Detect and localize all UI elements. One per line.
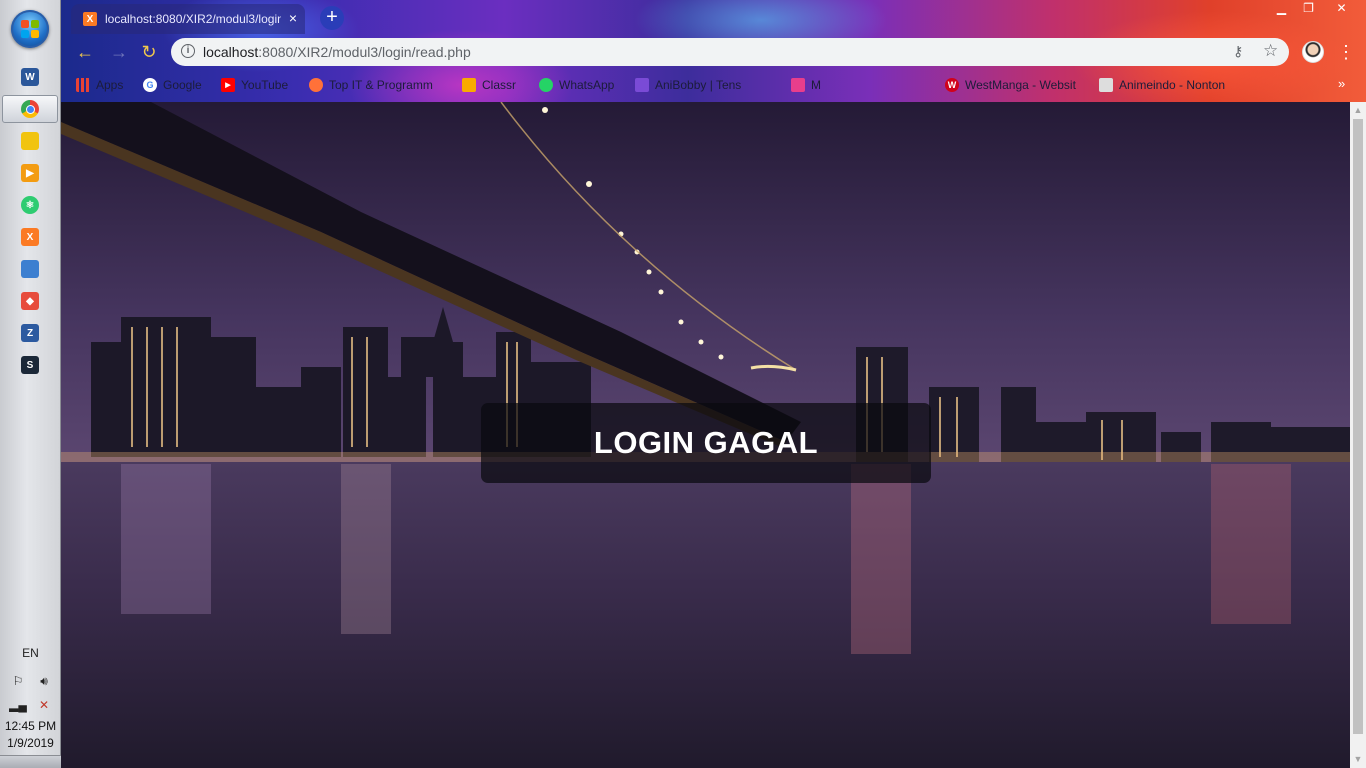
taskbar-chrome-button[interactable] [2, 95, 58, 123]
bookmark-label: YouTube [241, 78, 289, 92]
windows-taskbar: W ▶ ⚛ X ◆ Z S EN ⚐ 🔊︎ ▂▄ ✕ 12:45 PM 1/9/2019 [0, 0, 61, 768]
bookmark-label: Google [163, 78, 202, 92]
steam-icon: S [21, 356, 39, 374]
taskbar-media-player-button[interactable]: ▶ [14, 159, 46, 187]
bookmark-label: AniBobby | Tens [655, 78, 742, 92]
bookmark-label: WhatsApp [559, 78, 615, 92]
m-icon [791, 78, 805, 92]
bookmark-star-icon[interactable]: ☆ [1263, 41, 1278, 61]
taskbar-atom-button[interactable]: ⚛ [14, 191, 46, 219]
taskbar-file-explorer-button[interactable] [14, 127, 46, 155]
bookmark-item[interactable]: WhatsApp [539, 76, 614, 94]
firefox-icon [309, 78, 323, 92]
atom-icon: ⚛ [21, 196, 39, 214]
file-explorer-icon [21, 132, 39, 150]
page-background: LOGIN GAGAL [61, 102, 1350, 768]
power-warning-icon[interactable]: ✕ [36, 697, 52, 713]
westmanga-icon: W [945, 78, 959, 92]
more-bookmarks-icon[interactable]: » [1338, 76, 1345, 91]
animeindo-icon [1099, 78, 1113, 92]
media-player-icon: ▶ [21, 164, 39, 182]
bookmark-item[interactable]: Top IT & Programm [309, 76, 433, 94]
bookmark-label: Classr [482, 78, 517, 92]
action-center-icon[interactable]: ⚐ [10, 673, 26, 689]
bookmark-label: WestManga - Websit [965, 78, 1076, 92]
word-icon: W [21, 68, 39, 86]
taskbar-word-button[interactable]: W [14, 63, 46, 91]
profile-avatar[interactable] [1302, 41, 1324, 63]
bookmark-item[interactable]: M [791, 76, 821, 94]
show-desktop-button[interactable] [0, 755, 61, 768]
whatsapp-icon [539, 78, 553, 92]
start-button[interactable] [11, 10, 49, 48]
virtualbox-icon [21, 260, 39, 278]
clock-date[interactable]: 1/9/2019 [0, 735, 61, 752]
google-icon: G [143, 78, 157, 92]
windows-logo-icon [21, 20, 39, 38]
forward-arrow-icon[interactable]: → [107, 40, 131, 64]
tab-title: localhost:8080/XIR2/modul3/login [105, 12, 281, 26]
url-path: :8080/XIR2/modul3/login/read.php [258, 44, 471, 60]
taskbar-steam-button[interactable]: S [14, 351, 46, 379]
vertical-scrollbar[interactable]: ▲ ▼ [1350, 102, 1366, 768]
language-indicator[interactable]: EN [0, 646, 61, 660]
url-host: localhost [203, 44, 259, 60]
bookmark-item[interactable]: ▶ YouTube [221, 76, 288, 94]
bookmark-item[interactable]: Classr [462, 76, 516, 94]
key-icon[interactable]: ⚷ [1233, 43, 1243, 60]
bird-icon [635, 78, 649, 92]
login-message-box: LOGIN GAGAL [481, 403, 931, 483]
site-info-icon[interactable]: i [181, 44, 195, 58]
address-bar[interactable]: i localhost:8080/XIR2/modul3/login/read.… [171, 38, 1289, 66]
minimize-button[interactable]: ▁ [1268, 0, 1295, 16]
back-arrow-icon[interactable]: ← [73, 40, 97, 64]
bookmark-item[interactable]: Animeindo - Nonton [1099, 76, 1225, 94]
bookmarks-bar: Apps G Google ▶ YouTube Top IT & Programm Clas… [61, 70, 1366, 100]
reload-icon[interactable]: ↻ [137, 40, 161, 64]
chrome-menu-icon[interactable]: ⋮ [1337, 41, 1355, 63]
bookmark-label: Animeindo - Nonton [1119, 78, 1226, 92]
bookmark-label: Apps [96, 78, 124, 92]
url-text[interactable]: localhost:8080/XIR2/modul3/login/read.ph… [203, 44, 471, 60]
login-failed-message: LOGIN GAGAL [593, 425, 819, 460]
maximize-button[interactable]: ❐ [1295, 0, 1322, 16]
volume-icon[interactable]: 🔊︎ [36, 673, 52, 689]
chrome-icon [21, 100, 39, 118]
tab-close-icon[interactable]: × [285, 10, 301, 26]
clock-time[interactable]: 12:45 PM [0, 718, 61, 735]
classroom-icon [462, 78, 476, 92]
taskbar-git-button[interactable]: ◆ [14, 287, 46, 315]
chrome-window: X localhost:8080/XIR2/modul3/login × + ▁… [61, 0, 1366, 768]
bookmark-item[interactable]: W WestManga - Websit [945, 76, 1076, 94]
browser-frame: X localhost:8080/XIR2/modul3/login × + ▁… [61, 0, 1366, 102]
apps-icon [76, 78, 90, 92]
browser-tab[interactable]: X localhost:8080/XIR2/modul3/login × [71, 4, 305, 34]
xampp-icon: X [21, 228, 39, 246]
new-tab-button[interactable]: + [320, 6, 344, 30]
close-window-button[interactable]: ✕ [1319, 0, 1364, 16]
scroll-up-arrow-icon[interactable]: ▲ [1350, 102, 1366, 119]
xampp-favicon-icon: X [83, 12, 97, 26]
taskbar-filezilla-button[interactable]: Z [14, 319, 46, 347]
bookmark-item[interactable]: Apps [76, 76, 123, 94]
scroll-thumb[interactable] [1353, 119, 1363, 734]
youtube-icon: ▶ [221, 78, 235, 92]
filezilla-icon: Z [21, 324, 39, 342]
bookmark-item[interactable]: AniBobby | Tens [635, 76, 741, 94]
git-icon: ◆ [21, 292, 39, 310]
taskbar-xampp-button[interactable]: X [14, 223, 46, 251]
scroll-down-arrow-icon[interactable]: ▼ [1350, 751, 1366, 768]
bookmark-label: Top IT & Programm [329, 78, 433, 92]
bookmark-label: M [811, 78, 821, 92]
bookmark-item[interactable]: G Google [143, 76, 202, 94]
network-icon[interactable]: ▂▄ [9, 697, 27, 713]
taskbar-virtualbox-button[interactable] [14, 255, 46, 283]
